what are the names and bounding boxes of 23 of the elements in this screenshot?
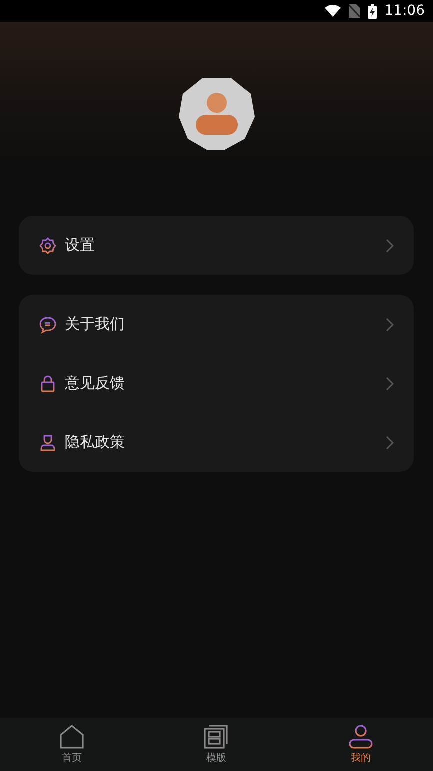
no-sim-icon <box>348 4 360 18</box>
lock-icon <box>39 374 57 392</box>
battery-charging-icon <box>368 4 377 18</box>
person-icon <box>348 724 374 750</box>
menu-item[interactable]: 设置 <box>19 216 414 275</box>
person-icon <box>39 434 57 452</box>
chevron-right-icon <box>386 436 394 450</box>
chevron-right-icon <box>386 376 394 390</box>
chevron-right-icon <box>386 238 394 252</box>
gear-icon <box>39 236 57 254</box>
chat-bubble-icon <box>39 316 57 334</box>
nav-tab[interactable]: 模版 <box>144 718 289 771</box>
menu-item[interactable]: 意见反馈 <box>19 354 414 413</box>
chevron-right-icon <box>386 318 394 332</box>
status-time: 11:06 <box>384 3 425 19</box>
menu-item[interactable]: 关于我们 <box>19 295 414 354</box>
nav-tab[interactable]: 首页 <box>0 718 144 771</box>
nav-tab[interactable]: 我的 <box>288 718 433 771</box>
avatar-icon[interactable] <box>178 77 254 151</box>
house-icon <box>59 724 86 750</box>
layers-icon <box>203 724 230 750</box>
wifi-icon <box>324 5 341 17</box>
menu-item[interactable]: 隐私政策 <box>19 413 414 472</box>
